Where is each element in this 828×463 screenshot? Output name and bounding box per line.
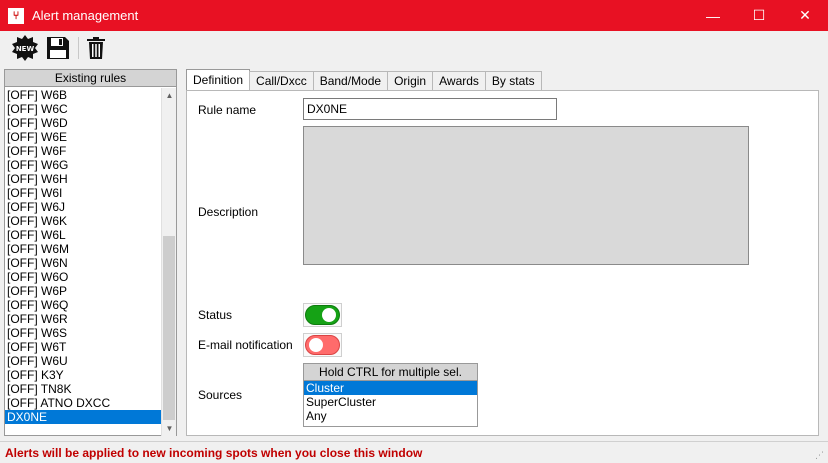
scroll-thumb[interactable] [163, 236, 175, 420]
tab-band-mode[interactable]: Band/Mode [312, 71, 389, 90]
new-badge-text: NEW [16, 45, 35, 53]
save-button[interactable] [44, 34, 72, 62]
rule-list-item[interactable]: [OFF] W6O [5, 270, 162, 284]
floppy-disk-icon [47, 37, 69, 59]
tab-awards[interactable]: Awards [432, 71, 486, 90]
rule-list-item[interactable]: [OFF] W6H [5, 172, 162, 186]
status-message: Alerts will be applied to new incoming s… [5, 446, 423, 460]
tab-origin[interactable]: Origin [387, 71, 434, 90]
resize-grip-icon[interactable]: ⋰ [815, 450, 825, 460]
existing-rules-header: Existing rules [5, 70, 176, 87]
tab-definition[interactable]: Definition [186, 69, 251, 90]
toggle-knob [322, 308, 336, 322]
delete-rule-button[interactable] [84, 34, 108, 62]
sources-options[interactable]: Cluster SuperCluster Any [304, 381, 477, 423]
sources-label: Sources [198, 388, 243, 402]
new-badge-icon: NEW [12, 35, 38, 61]
rule-name-label: Rule name [198, 103, 257, 117]
source-option[interactable]: Any [304, 409, 477, 423]
toolbar-separator [78, 37, 79, 59]
rule-list-item[interactable]: [OFF] W6K [5, 214, 162, 228]
close-button[interactable]: ✕ [782, 0, 828, 31]
description-label: Description [198, 205, 259, 219]
minimize-button[interactable]: — [690, 0, 736, 31]
rule-list-item[interactable]: [OFF] W6N [5, 256, 162, 270]
rule-list-item[interactable]: [OFF] W6T [5, 340, 162, 354]
rule-list-item[interactable]: [OFF] TN8K [5, 382, 162, 396]
rule-list-item[interactable]: [OFF] W6L [5, 228, 162, 242]
tab-by-stats[interactable]: By stats [484, 71, 542, 90]
rule-list-item[interactable]: [OFF] K3Y [5, 368, 162, 382]
app-icon: ⑂ [8, 7, 24, 24]
definition-tab-panel: Rule name DX0NE Description Status E-mai… [186, 90, 819, 436]
rule-list-item[interactable]: [OFF] W6G [5, 158, 162, 172]
rule-list-item[interactable]: [OFF] W6B [5, 88, 162, 102]
existing-rules-panel: Existing rules [OFF] W6B [OFF] W6C [OFF] W… [4, 69, 177, 436]
status-bar: Alerts will be applied to new incoming s… [0, 441, 828, 463]
rule-list-item[interactable]: [OFF] W6J [5, 200, 162, 214]
rule-list-item[interactable]: [OFF] W6F [5, 144, 162, 158]
rule-list-item[interactable]: [OFF] W6S [5, 326, 162, 340]
rule-list-item[interactable]: [OFF] W6Q [5, 298, 162, 312]
rules-scrollbar[interactable]: ▲ ▼ [161, 88, 176, 436]
status-toggle[interactable] [305, 305, 340, 325]
toolbar: NEW [0, 31, 828, 65]
maximize-button[interactable]: ☐ [736, 0, 782, 31]
description-textarea[interactable] [303, 126, 749, 265]
new-rule-button[interactable]: NEW [10, 34, 40, 62]
rules-list[interactable]: [OFF] W6B [OFF] W6C [OFF] W6D [OFF] W6E [OFF… [5, 88, 162, 436]
title-bar: ⑂ Alert management — ☐ ✕ [0, 0, 828, 31]
scroll-up-arrow-icon[interactable]: ▲ [162, 88, 177, 103]
trash-icon [87, 37, 105, 59]
rule-list-item[interactable]: [OFF] W6D [5, 116, 162, 130]
rule-list-item[interactable]: [OFF] W6I [5, 186, 162, 200]
rule-list-item[interactable]: [OFF] W6M [5, 242, 162, 256]
rule-list-item[interactable]: [OFF] W6U [5, 354, 162, 368]
toggle-knob [309, 338, 323, 352]
tab-call-dxcc[interactable]: Call/Dxcc [249, 71, 314, 90]
window-title: Alert management [32, 8, 139, 23]
rule-list-item[interactable]: [OFF] W6R [5, 312, 162, 326]
scroll-down-arrow-icon[interactable]: ▼ [162, 421, 177, 436]
sources-header: Hold CTRL for multiple sel. [304, 364, 477, 381]
source-option[interactable]: Cluster [304, 381, 477, 395]
rule-list-item[interactable]: [OFF] W6E [5, 130, 162, 144]
rule-list-item[interactable]: [OFF] ATNO DXCC [5, 396, 162, 410]
rule-list-item[interactable]: [OFF] W6C [5, 102, 162, 116]
sources-listbox: Hold CTRL for multiple sel. Cluster Super… [303, 363, 478, 427]
email-notification-label: E-mail notification [198, 338, 293, 352]
status-label: Status [198, 308, 233, 322]
rule-name-input[interactable]: DX0NE [303, 98, 557, 120]
rule-list-item[interactable]: DX0NE [5, 410, 162, 424]
tab-strip: Definition Call/Dxcc Band/Mode Origin Awards… [186, 69, 542, 90]
source-option[interactable]: SuperCluster [304, 395, 477, 409]
email-notification-toggle[interactable] [305, 335, 340, 355]
rule-list-item[interactable]: [OFF] W6P [5, 284, 162, 298]
